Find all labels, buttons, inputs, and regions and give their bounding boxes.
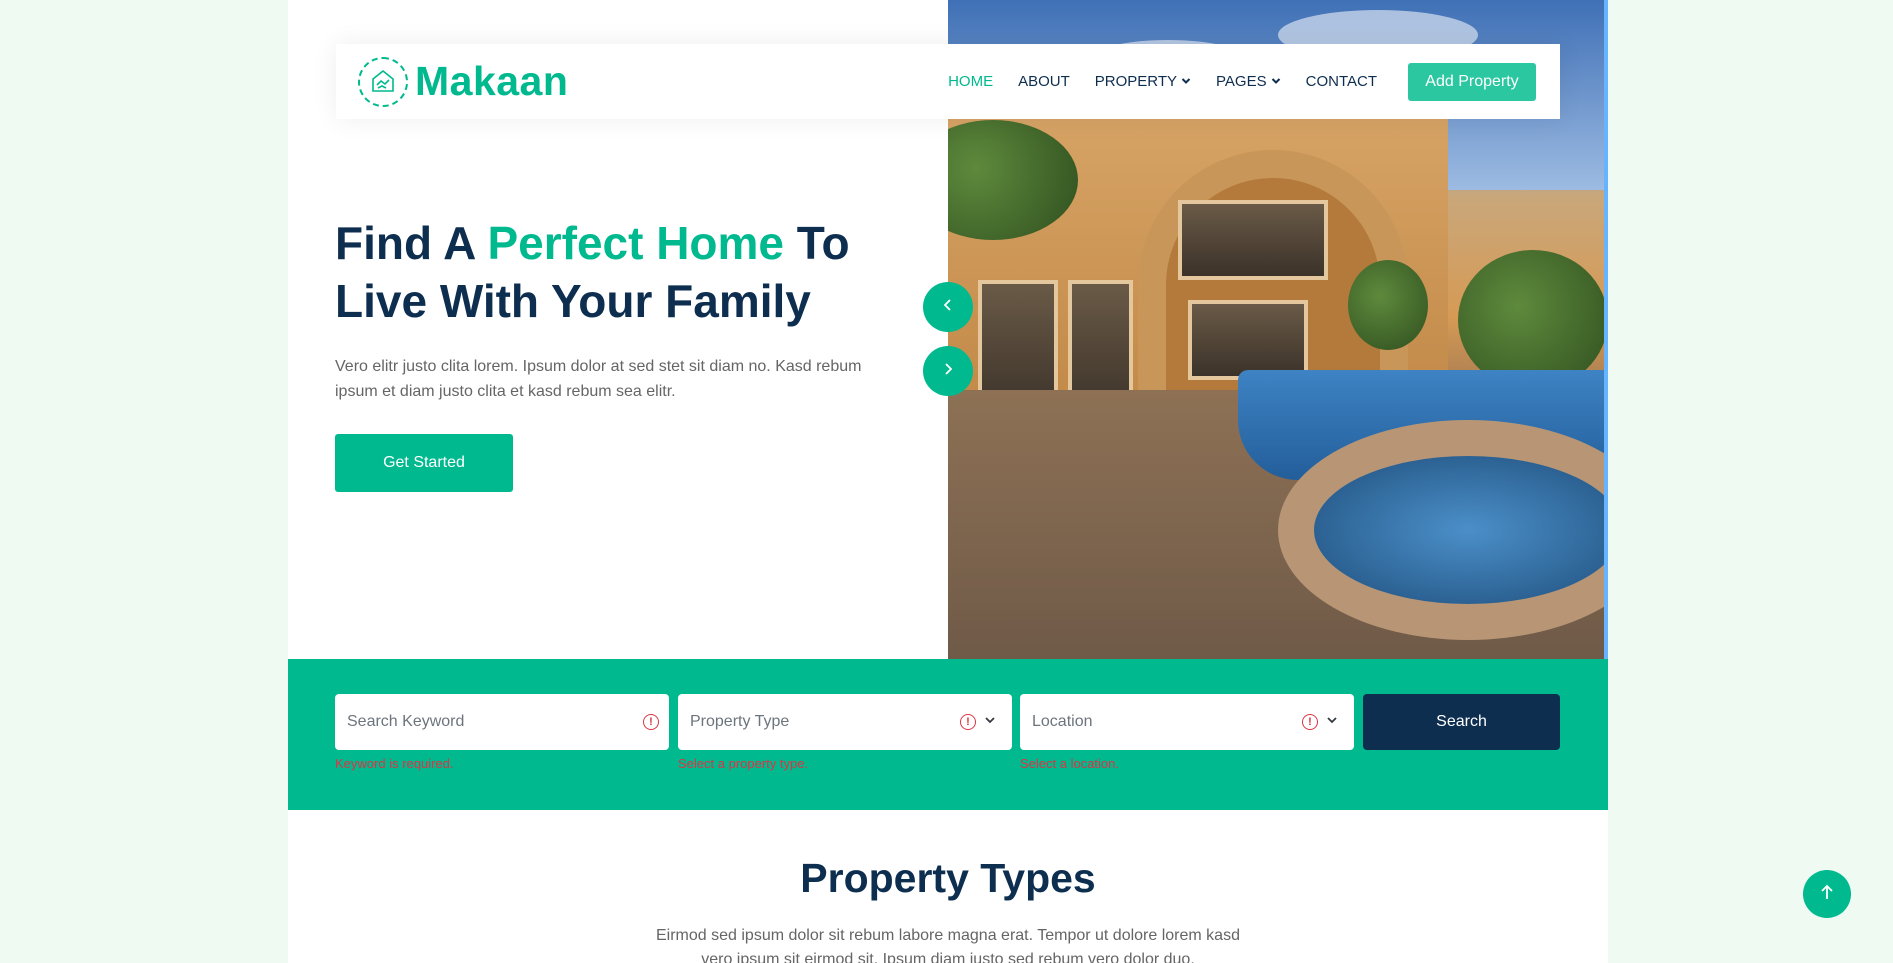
section-description: Eirmod sed ipsum dolor sit rebum labore … bbox=[656, 927, 1240, 963]
add-property-button[interactable]: Add Property bbox=[1408, 62, 1536, 101]
house-window bbox=[1188, 300, 1308, 380]
chevron-down-icon bbox=[1181, 73, 1191, 90]
page-container: Makaan HOME ABOUT PROPERTY PAGES CONTACT… bbox=[288, 0, 1608, 963]
chevron-down-icon bbox=[1326, 713, 1338, 731]
property-type-placeholder: Property Type bbox=[690, 713, 790, 730]
tree bbox=[1348, 260, 1428, 350]
search-band: Search Keyword ! Keyword is required. Pr… bbox=[288, 659, 1608, 810]
nav-menu: HOME ABOUT PROPERTY PAGES CONTACT Add Pr… bbox=[948, 44, 1560, 119]
location-placeholder: Location bbox=[1032, 713, 1093, 730]
nav-property[interactable]: PROPERTY bbox=[1095, 73, 1191, 90]
image-edge bbox=[1604, 0, 1608, 659]
search-keyword-placeholder: Search Keyword bbox=[347, 713, 465, 730]
hero-title: Find A Perfect Home To Live With Your Fa… bbox=[335, 214, 935, 330]
carousel-next-button[interactable] bbox=[923, 346, 973, 396]
search-keyword-input[interactable]: Search Keyword ! bbox=[335, 694, 669, 750]
hero-title-part1: Find A bbox=[335, 217, 488, 269]
error-icon: ! bbox=[643, 714, 659, 730]
get-started-button[interactable]: Get Started bbox=[335, 434, 513, 492]
property-type-select[interactable]: Property Type ! bbox=[678, 694, 1012, 750]
nav-pages[interactable]: PAGES bbox=[1216, 73, 1281, 90]
navbar: Makaan HOME ABOUT PROPERTY PAGES CONTACT… bbox=[336, 44, 1560, 119]
arrow-up-icon bbox=[1819, 883, 1835, 906]
chevron-right-icon bbox=[941, 362, 955, 381]
house-window bbox=[1178, 200, 1328, 280]
location-error-text: Select a location. bbox=[1020, 756, 1120, 771]
nav-home[interactable]: HOME bbox=[948, 73, 993, 90]
section-title: Property Types bbox=[800, 855, 1096, 901]
nav-pages-label: PAGES bbox=[1216, 73, 1267, 90]
search-button[interactable]: Search bbox=[1363, 694, 1560, 750]
chevron-left-icon bbox=[941, 298, 955, 317]
hero-description: Vero elitr justo clita lorem. Ipsum dolo… bbox=[335, 358, 862, 400]
nav-about[interactable]: ABOUT bbox=[1018, 73, 1070, 90]
error-icon: ! bbox=[1302, 714, 1318, 730]
nav-contact[interactable]: CONTACT bbox=[1306, 73, 1377, 90]
property-type-error-text: Select a property type. bbox=[678, 756, 809, 771]
location-select[interactable]: Location ! bbox=[1020, 694, 1354, 750]
hero-title-accent: Perfect Home bbox=[487, 217, 785, 269]
error-icon: ! bbox=[960, 714, 976, 730]
nav-property-label: PROPERTY bbox=[1094, 73, 1178, 90]
keyword-error-text: Keyword is required. bbox=[335, 756, 454, 771]
chevron-down-icon bbox=[1271, 73, 1281, 90]
chevron-down-icon bbox=[984, 713, 996, 731]
carousel-prev-button[interactable] bbox=[923, 282, 973, 332]
brand-logo[interactable]: Makaan bbox=[415, 56, 568, 106]
back-to-top-button[interactable] bbox=[1803, 870, 1851, 918]
handshake-house-icon[interactable] bbox=[358, 57, 408, 107]
tree bbox=[1458, 250, 1608, 390]
